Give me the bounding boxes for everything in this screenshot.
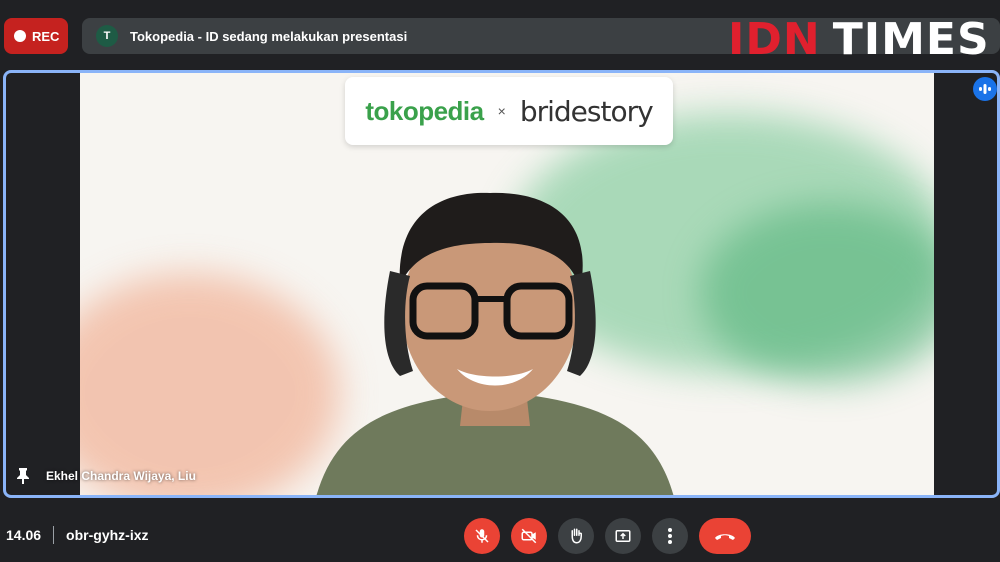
camera-off-button[interactable] [511, 518, 547, 554]
clock-time: 14.06 [6, 527, 42, 543]
participant-name-tag: Ekhel Chandra Wijaya, Liu [16, 467, 196, 485]
watermark-idn: IDN [728, 13, 821, 65]
tokopedia-bridestory-logo: tokopedia × bridestory [345, 77, 673, 145]
hand-icon [571, 528, 582, 544]
presenter-avatar: T [96, 25, 118, 47]
more-vert-icon [668, 528, 672, 544]
person-figure [316, 192, 674, 495]
call-controls [464, 518, 751, 554]
raise-hand-button[interactable] [558, 518, 594, 554]
record-dot-icon [14, 30, 26, 42]
present-icon [615, 530, 631, 542]
meeting-code[interactable]: obr-gyhz-ixz [66, 527, 148, 543]
pin-icon[interactable] [16, 467, 30, 485]
logo-separator: × [497, 103, 506, 119]
recording-indicator[interactable]: REC [4, 18, 68, 54]
participant-name: Ekhel Chandra Wijaya, Liu [46, 469, 196, 483]
phone-hangup-icon [715, 534, 735, 540]
more-options-button[interactable] [652, 518, 688, 554]
bridestory-logo: bridestory [519, 94, 654, 128]
presentation-text: Tokopedia - ID sedang melakukan presenta… [130, 28, 408, 44]
recording-label: REC [32, 28, 60, 44]
leave-call-button[interactable] [699, 518, 751, 554]
camera-off-icon [521, 528, 537, 544]
watermark-times: TIMES [832, 13, 990, 65]
mic-off-icon [475, 529, 489, 543]
idn-times-watermark: IDN TIMES [728, 13, 990, 65]
meeting-info: 14.06 obr-gyhz-ixz [6, 526, 149, 544]
mic-off-button[interactable] [464, 518, 500, 554]
tokopedia-logo: tokopedia [365, 95, 484, 126]
participant-tile[interactable]: tokopedia × bridestory Ekhel Chandra Wij… [3, 70, 1000, 498]
participant-video: tokopedia × bridestory [80, 73, 934, 495]
speaking-indicator-icon [973, 77, 997, 101]
divider [53, 526, 55, 544]
present-now-button[interactable] [605, 518, 641, 554]
